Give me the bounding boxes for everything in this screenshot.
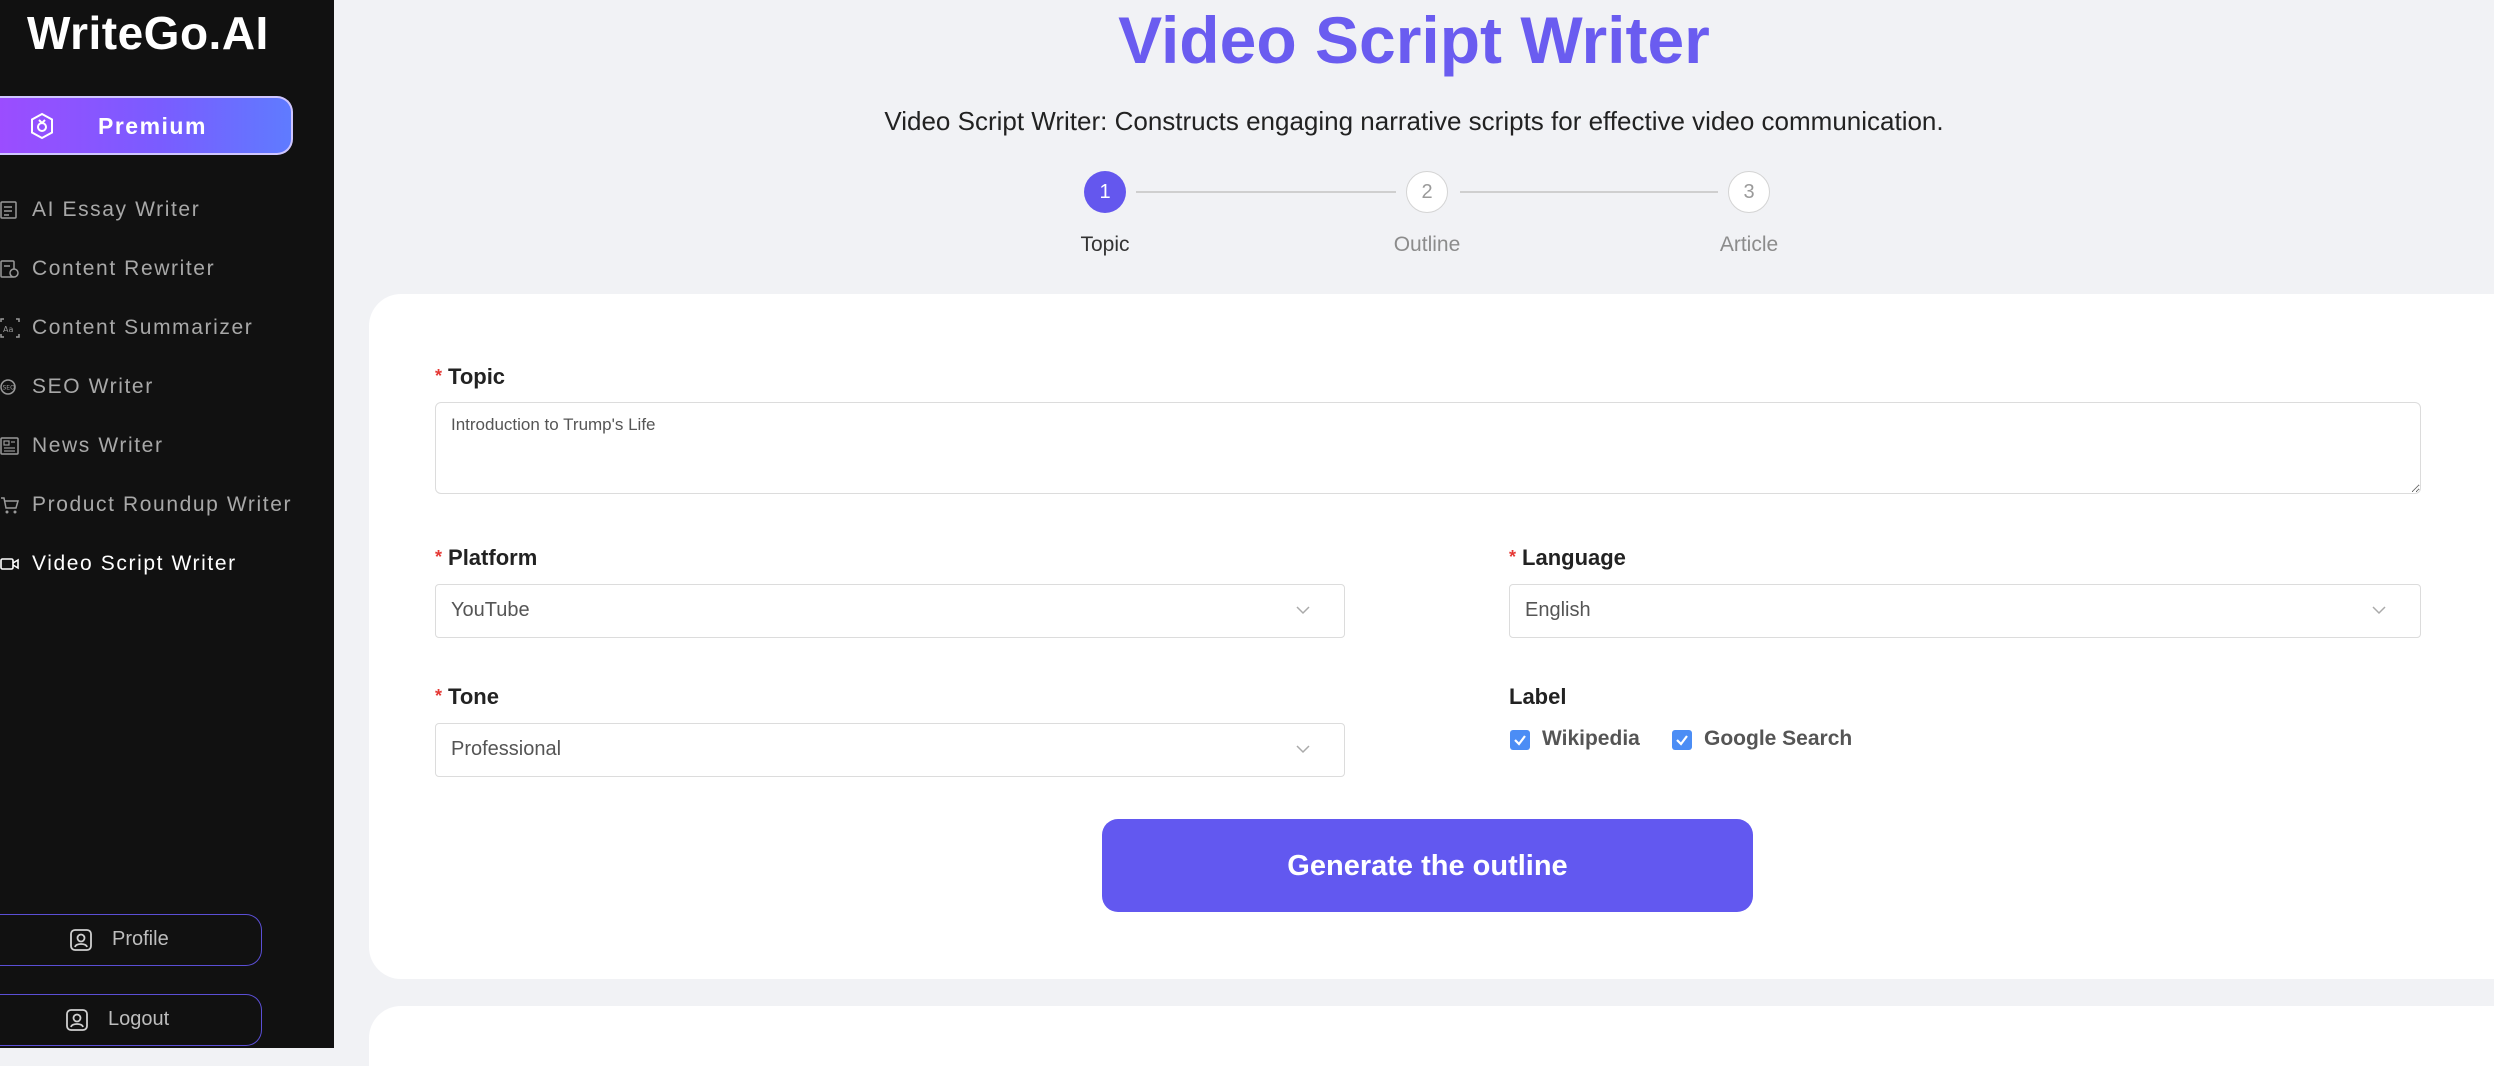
sidebar-item-label: News Writer xyxy=(32,434,164,457)
premium-icon xyxy=(31,112,53,140)
step-2-circle[interactable]: 2 xyxy=(1406,171,1448,213)
result-card xyxy=(369,1006,2494,1066)
tone-value: Professional xyxy=(451,738,562,760)
svg-text:Aa: Aa xyxy=(3,325,13,334)
tone-label: * Tone xyxy=(435,684,499,709)
sidebar-item-label: Product Roundup Writer xyxy=(32,493,293,516)
tone-select[interactable]: Professional xyxy=(435,723,1345,777)
step-2-label: Outline xyxy=(1393,233,1461,256)
label-heading: Label xyxy=(1509,684,1567,709)
profile-label: Profile xyxy=(112,928,169,950)
topic-label: * Topic xyxy=(435,364,506,389)
profile-button[interactable]: Profile xyxy=(0,914,262,966)
step-connector xyxy=(1136,191,1396,193)
sidebar-item-content-rewriter[interactable]: Content Rewriter xyxy=(0,249,334,289)
news-icon xyxy=(0,437,19,455)
step-1-label: Topic xyxy=(1080,233,1130,256)
chevron-down-icon xyxy=(1296,745,1310,754)
wikipedia-checkbox[interactable] xyxy=(1510,730,1530,750)
sidebar-item-news-writer[interactable]: News Writer xyxy=(0,426,334,466)
language-value: English xyxy=(1525,599,1591,621)
google-search-checkbox[interactable] xyxy=(1672,730,1692,750)
seo-icon: SEO xyxy=(0,379,16,395)
chevron-down-icon xyxy=(2372,606,2386,615)
topic-input[interactable]: Introduction to Trump's Life xyxy=(435,402,2421,494)
language-label: * Language xyxy=(1509,545,1626,570)
sidebar-item-seo-writer[interactable]: SEO SEO Writer xyxy=(0,367,334,407)
language-select[interactable]: English xyxy=(1509,584,2421,638)
platform-label: * Platform xyxy=(435,545,538,570)
user-icon xyxy=(66,1009,88,1031)
checkmark-icon xyxy=(1514,735,1526,746)
sidebar-item-label: AI Essay Writer xyxy=(32,198,201,221)
sidebar-item-label: Content Rewriter xyxy=(32,257,216,280)
wikipedia-label[interactable]: Wikipedia xyxy=(1542,727,1640,751)
step-3-circle[interactable]: 3 xyxy=(1728,171,1770,213)
sidebar-item-video-script-writer[interactable]: Video Script Writer xyxy=(0,544,334,584)
page-title: Video Script Writer xyxy=(1118,3,1710,77)
premium-button[interactable]: Premium xyxy=(0,96,293,155)
step-connector xyxy=(1460,191,1718,193)
google-search-label[interactable]: Google Search xyxy=(1704,727,1852,751)
platform-select[interactable]: YouTube xyxy=(435,584,1345,638)
sidebar-item-content-summarizer[interactable]: Aa Content Summarizer xyxy=(0,308,334,348)
page-subtitle: Video Script Writer: Constructs engaging… xyxy=(884,106,1944,136)
video-icon xyxy=(0,558,19,570)
required-marker: * xyxy=(435,686,443,706)
essay-icon xyxy=(0,201,17,219)
required-marker: * xyxy=(435,547,443,567)
sidebar-item-label: Content Summarizer xyxy=(32,316,254,339)
svg-text:SEO: SEO xyxy=(3,385,16,392)
sidebar: WriteGo.AI Premium AI Essay Writer Conte… xyxy=(0,0,334,1048)
logout-label: Logout xyxy=(108,1008,170,1030)
sidebar-item-label: Video Script Writer xyxy=(32,552,237,575)
checkmark-icon xyxy=(1676,735,1688,746)
cart-icon xyxy=(1,497,19,514)
required-marker: * xyxy=(435,366,443,386)
sidebar-item-product-roundup-writer[interactable]: Product Roundup Writer xyxy=(0,485,334,525)
logout-button[interactable]: Logout xyxy=(0,994,262,1046)
rewrite-icon xyxy=(0,260,19,278)
platform-value: YouTube xyxy=(451,599,530,621)
step-1-circle[interactable]: 1 xyxy=(1084,171,1126,213)
summarize-icon: Aa xyxy=(0,318,20,338)
step-3-label: Article xyxy=(1719,233,1779,256)
chevron-down-icon xyxy=(1296,606,1310,615)
user-icon xyxy=(70,929,92,951)
sidebar-item-ai-essay-writer[interactable]: AI Essay Writer xyxy=(0,190,334,230)
brand-logo: WriteGo.AI xyxy=(27,7,269,59)
sidebar-item-label: SEO Writer xyxy=(32,375,154,398)
required-marker: * xyxy=(1509,547,1517,567)
generate-outline-button[interactable]: Generate the outline xyxy=(1102,819,1753,912)
premium-label: Premium xyxy=(98,113,207,139)
